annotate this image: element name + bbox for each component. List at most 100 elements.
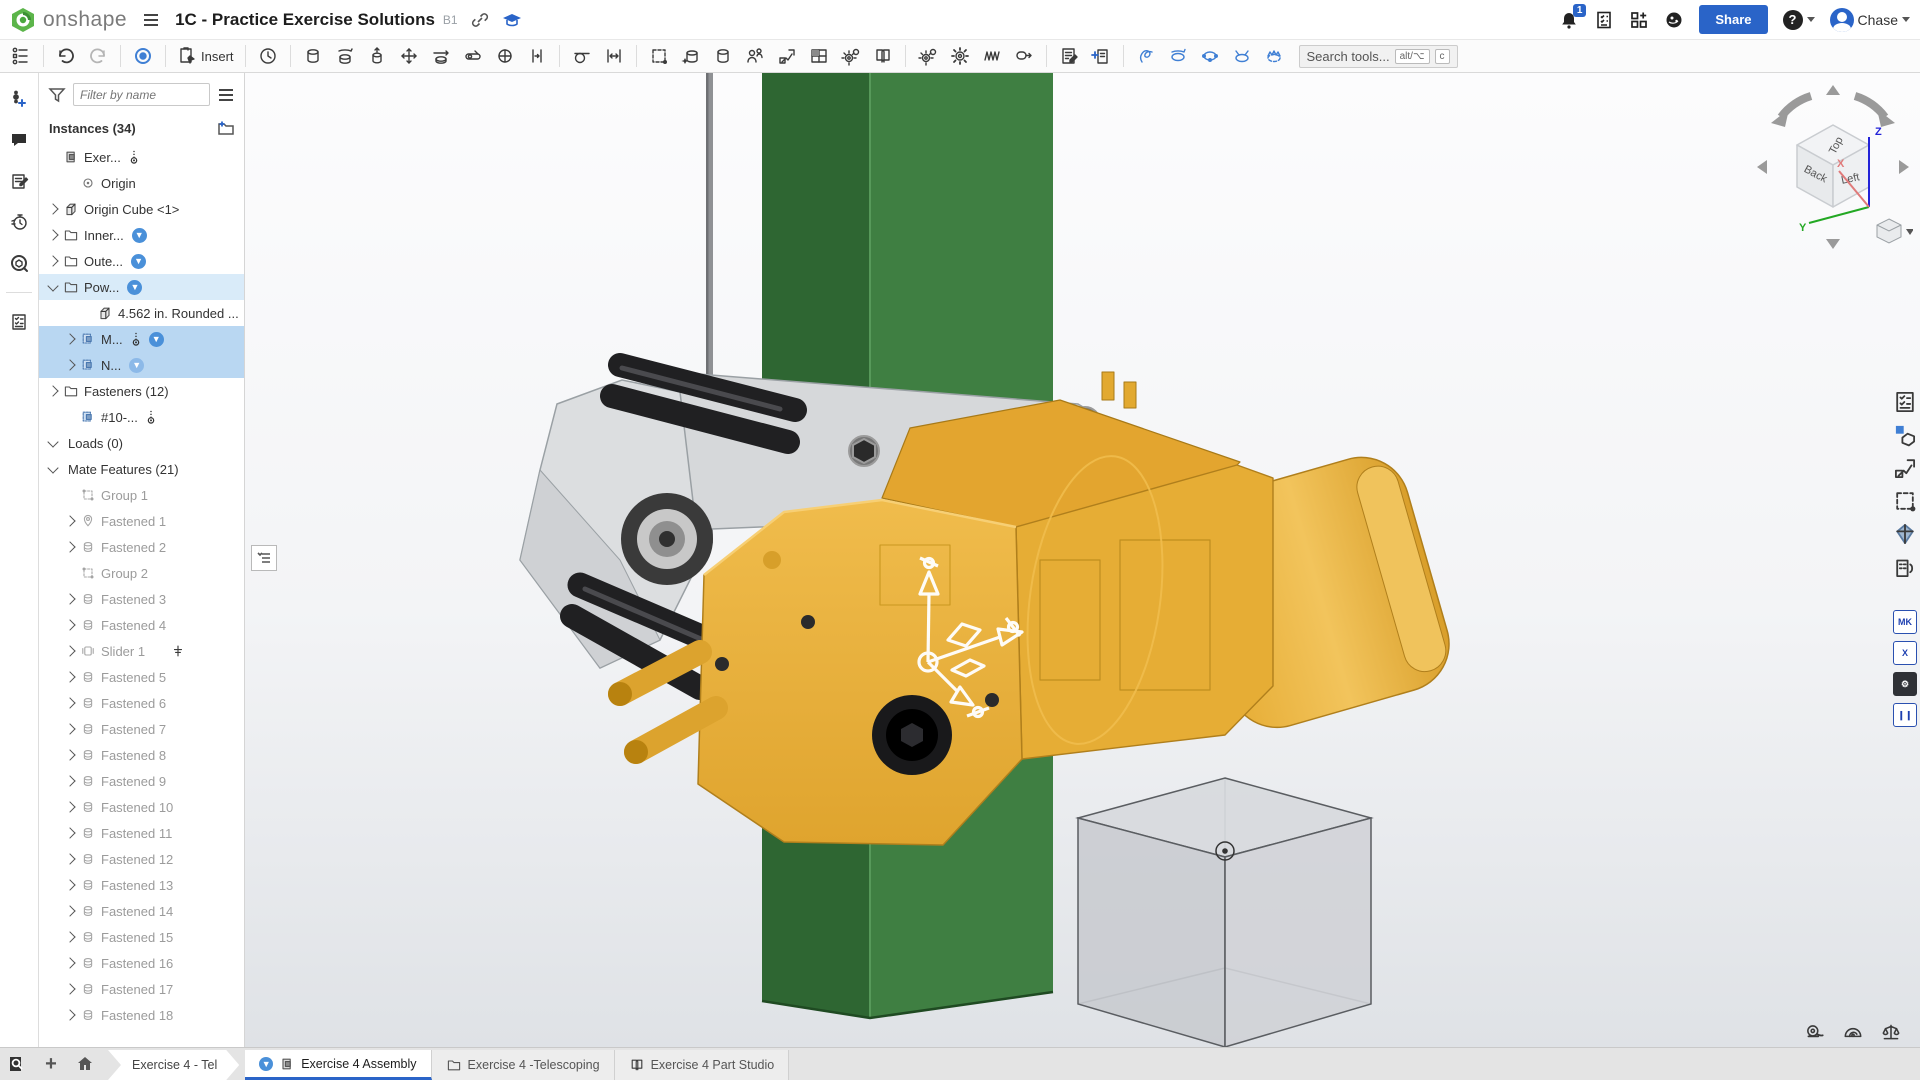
curve-sweep-icon[interactable] [1195,42,1225,70]
publication-icon[interactable] [1086,42,1116,70]
list-view-icon[interactable] [216,85,236,105]
chevron-right-icon[interactable] [47,255,58,266]
exploded-view-icon[interactable] [836,42,866,70]
tree-item-fastened-9[interactable]: Fastened 9 [39,768,244,794]
chevron-right-icon[interactable] [64,775,75,786]
filter-input[interactable] [73,83,210,106]
tree-item-fastened-11[interactable]: Fastened 11 [39,820,244,846]
curve-revolve-icon[interactable] [1163,42,1193,70]
chevron-right-icon[interactable] [64,541,75,552]
tree-section-header[interactable]: Loads (0) [39,430,244,456]
filter-funnel-icon[interactable] [47,85,67,105]
view-cube[interactable]: Top Back Left Z Y X [1753,83,1913,251]
spring-icon[interactable] [977,42,1007,70]
tree-item-origin[interactable]: Origin [39,170,244,196]
chevron-right-icon[interactable] [64,697,75,708]
book-app-icon[interactable]: ❙❙ [1893,703,1917,727]
properties-checklist-icon[interactable] [4,310,34,334]
robot-app-icon[interactable]: ⚙ [1893,672,1917,696]
chevron-right-icon[interactable] [64,801,75,812]
tangent-mate-icon[interactable] [567,42,597,70]
tree-item-fastened-1[interactable]: Fastened 1 [39,508,244,534]
onshape-logo-icon[interactable] [10,7,36,33]
tree-item-exer[interactable]: Exer... [39,144,244,170]
chevron-right-icon[interactable] [64,1009,75,1020]
chevron-right-icon[interactable] [64,827,75,838]
add-folder-icon[interactable] [216,118,236,138]
revolute-mate-icon[interactable] [330,42,360,70]
tab-exercise-4-telescoping[interactable]: Exercise 4 -Telescoping [432,1050,615,1080]
app-store-icon[interactable] [1629,10,1649,30]
insert-new-item-icon[interactable] [4,87,34,111]
follow-mode-icon[interactable] [4,251,34,275]
tab-exercise-4-part-studio[interactable]: Exercise 4 Part Studio [615,1050,790,1080]
chevron-right-icon[interactable] [64,593,75,604]
chevron-right-icon[interactable] [64,515,75,526]
tree-item-origin-cube-1[interactable]: Origin Cube <1> [39,196,244,222]
simulation-gears-icon[interactable] [913,42,943,70]
export-cube-icon[interactable] [1892,422,1918,448]
chevron-right-icon[interactable] [64,853,75,864]
chevron-right-icon[interactable] [64,749,75,760]
turntable-record-icon[interactable] [128,42,158,70]
insert-button[interactable]: Insert [173,42,238,70]
community-globe-icon[interactable] [1664,10,1684,30]
help-menu[interactable]: ? [1783,10,1815,30]
tree-item-pow[interactable]: Pow...▼ [39,274,244,300]
slider-mate-icon[interactable] [362,42,392,70]
revolve-tool-icon[interactable] [708,42,738,70]
search-tools-box[interactable]: Search tools...alt/⌥c [1299,45,1458,68]
panel-flyout-button[interactable] [251,545,277,571]
tape-measure-icon[interactable] [1804,1021,1826,1043]
planar-mate-icon[interactable] [394,42,424,70]
in-context-icon[interactable] [772,42,802,70]
chevron-right-icon[interactable] [64,983,75,994]
tree-item-fastened-4[interactable]: Fastened 4 [39,612,244,638]
tree-item-fastened-16[interactable]: Fastened 16 [39,950,244,976]
replicate-icon[interactable] [740,42,770,70]
mass-properties-icon[interactable] [1880,1021,1902,1043]
tree-item-fastened-14[interactable]: Fastened 14 [39,898,244,924]
release-tasks-icon[interactable] [1594,10,1614,30]
tree-item-fastened-3[interactable]: Fastened 3 [39,586,244,612]
tree-item-10[interactable]: #10-... [39,404,244,430]
tree-item-4-562-in-rounded[interactable]: 4.562 in. Rounded ... [39,300,244,326]
feedback-icon[interactable] [1892,554,1918,580]
display-states-icon[interactable] [868,42,898,70]
chevron-right-icon[interactable] [64,645,75,656]
configurations-gear-icon[interactable] [945,42,975,70]
home-tabs-icon[interactable] [68,1048,102,1080]
tree-item-fastened-6[interactable]: Fastened 6 [39,690,244,716]
ball-mate-icon[interactable] [490,42,520,70]
redo-icon[interactable] [83,42,113,70]
chevron-right-icon[interactable] [64,931,75,942]
notes-icon[interactable] [4,169,34,193]
pin-slot-mate-icon[interactable] [458,42,488,70]
tree-item-fastened-12[interactable]: Fastened 12 [39,846,244,872]
share-button[interactable]: Share [1699,5,1767,34]
cylindrical-mate-icon[interactable] [426,42,456,70]
drawing-icon[interactable] [1054,42,1084,70]
add-tab-button[interactable]: + [34,1048,68,1080]
undo-icon[interactable] [51,42,81,70]
chevron-down-icon[interactable] [47,436,58,447]
render-studio-icon[interactable] [1892,521,1918,547]
chevron-right-icon[interactable] [47,229,58,240]
chevron-right-icon[interactable] [64,879,75,890]
tag-icon[interactable] [1009,42,1039,70]
named-views-icon[interactable] [676,42,706,70]
chevron-down-icon[interactable] [47,280,58,291]
tree-item-fastened-10[interactable]: Fastened 10 [39,794,244,820]
main-menu-icon[interactable] [141,10,161,30]
derive-part-icon[interactable] [1892,455,1918,481]
tree-item-fastened-2[interactable]: Fastened 2 [39,534,244,560]
3d-viewport[interactable]: Top Back Left Z Y X MKX⚙❙❙ [245,73,1920,1047]
chevron-right-icon[interactable] [64,359,75,370]
protractor-icon[interactable] [1842,1021,1864,1043]
curve-loop-icon[interactable] [1131,42,1161,70]
tree-item-fastened-18[interactable]: Fastened 18 [39,1002,244,1028]
view-mode-cube-menu[interactable] [1877,219,1913,243]
tree-item-slider-1[interactable]: Slider 1 [39,638,244,664]
sketch-region-icon[interactable] [1892,488,1918,514]
chevron-right-icon[interactable] [64,957,75,968]
